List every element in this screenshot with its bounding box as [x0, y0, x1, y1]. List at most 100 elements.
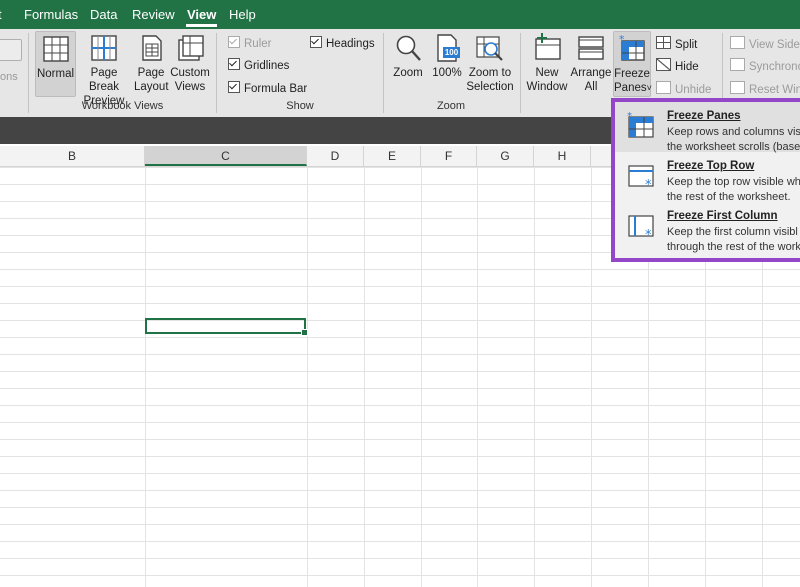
- view-side-by-side-button[interactable]: View Side b: [730, 36, 800, 51]
- freeze-panes-menu: * Freeze Panes Keep rows and columns vis…: [611, 98, 800, 262]
- freeze-panes-label-2: Panes: [614, 82, 647, 94]
- formula-bar-label: Formula Bar: [244, 83, 308, 95]
- column-header-f[interactable]: F: [421, 146, 477, 166]
- gridline: [307, 167, 308, 587]
- unhide-icon: [656, 81, 671, 94]
- normal-view-button[interactable]: Normal: [35, 31, 76, 97]
- page-break-label-1: Page Break: [88, 67, 120, 93]
- headings-label: Headings: [326, 38, 375, 50]
- custom-views-button[interactable]: Custom Views: [170, 31, 210, 95]
- hide-icon: [656, 58, 671, 71]
- workbook-views-group-label: Workbook Views: [81, 100, 164, 112]
- page-break-preview-button[interactable]: Page Break Preview: [77, 31, 131, 107]
- custom-views-label-1: Custom: [170, 67, 210, 79]
- partial-group-label: ons: [0, 71, 18, 83]
- view-side-label: View Side b: [749, 39, 800, 51]
- split-button[interactable]: Split: [656, 36, 697, 51]
- tab-review[interactable]: Review: [132, 7, 175, 22]
- column-header-c[interactable]: C: [145, 146, 307, 166]
- chevron-down-icon: ˅: [646, 83, 652, 93]
- gridline: [421, 167, 422, 587]
- desc-line-2: through the rest of the work: [667, 241, 800, 253]
- tab-help[interactable]: Help: [229, 7, 256, 22]
- freeze-panes-option-title: Freeze Panes: [667, 110, 741, 122]
- freeze-first-column-desc: Keep the first column visibl through the …: [667, 225, 800, 255]
- ruler-label: Ruler: [244, 38, 272, 50]
- unhide-button[interactable]: Unhide: [656, 81, 711, 96]
- synchronous-label: Synchronou: [749, 61, 800, 73]
- page-layout-label-1: Page: [137, 67, 165, 79]
- zoom-to-selection-button[interactable]: Zoom to Selection: [466, 31, 514, 95]
- unhide-label: Unhide: [675, 84, 712, 96]
- normal-view-icon: [42, 36, 69, 62]
- page-layout-label-2: Layout: [134, 81, 169, 93]
- gridlines-checkbox[interactable]: Gridlines: [228, 58, 289, 72]
- column-header-g[interactable]: G: [477, 146, 534, 166]
- reset-window-position-button[interactable]: Reset Windo: [730, 81, 800, 96]
- checkbox-icon: [228, 58, 240, 70]
- zoom-100-icon-text: 100: [444, 48, 459, 57]
- checkbox-icon: [310, 36, 322, 48]
- desc-line-1: Keep the top row visible wh: [667, 176, 800, 188]
- zoom-selection-label-1: Zoom to: [468, 67, 512, 79]
- zoom-selection-icon: [476, 36, 503, 61]
- ruler-checkbox[interactable]: Ruler: [228, 36, 271, 50]
- gridline: [145, 167, 146, 587]
- headings-checkbox[interactable]: Headings: [310, 36, 375, 50]
- gridline: [364, 167, 365, 587]
- gridline: [534, 167, 535, 587]
- synchronous-scrolling-button[interactable]: Synchronou: [730, 58, 800, 73]
- tab-data[interactable]: Data: [90, 7, 117, 22]
- page-break-icon: [91, 35, 117, 61]
- svg-text:*: *: [619, 34, 625, 46]
- new-window-label-2: Window: [526, 81, 568, 93]
- svg-text:*: *: [627, 112, 632, 122]
- arrange-all-button[interactable]: Arrange All: [570, 31, 612, 95]
- desc-line-1: Keep the first column visibl: [667, 226, 798, 238]
- freeze-top-row-option[interactable]: * Freeze Top Row Keep the top row visibl…: [615, 152, 800, 203]
- page-layout-icon: [142, 35, 162, 61]
- zoom-selection-label-2: Selection: [466, 81, 514, 93]
- active-cell[interactable]: [145, 318, 308, 336]
- zoom-100-label: 100%: [432, 67, 462, 79]
- freeze-first-column-icon: *: [628, 215, 654, 240]
- separator: [383, 33, 384, 113]
- separator: [28, 33, 29, 113]
- new-window-icon: [535, 33, 561, 60]
- menu-bar: t Formulas Data Review View Help: [0, 0, 800, 29]
- magnifier-icon: [396, 35, 421, 61]
- tab-view[interactable]: View: [185, 7, 218, 27]
- desc-line-1: Keep rows and columns visi: [667, 126, 800, 138]
- freeze-top-row-title: Freeze Top Row: [667, 160, 755, 172]
- formula-bar-checkbox[interactable]: Formula Bar: [228, 81, 307, 95]
- freeze-panes-button[interactable]: * Freeze Panes˅: [613, 31, 652, 97]
- column-header-h[interactable]: H: [534, 146, 591, 166]
- freeze-top-row-icon: *: [628, 165, 654, 190]
- column-header-e[interactable]: E: [364, 146, 421, 166]
- zoom-100-icon: 100: [432, 33, 462, 63]
- side-by-side-icon: [730, 36, 745, 49]
- tab-insert-partial[interactable]: t: [0, 7, 2, 22]
- separator: [520, 33, 521, 113]
- zoom-group-label: Zoom: [436, 100, 466, 112]
- page-layout-button[interactable]: Page Layout: [134, 31, 169, 95]
- new-window-label-1: New: [535, 67, 559, 79]
- zoom-100-button[interactable]: 100 100%: [430, 31, 464, 95]
- gridline: [591, 167, 592, 587]
- zoom-button[interactable]: Zoom: [390, 31, 426, 95]
- custom-views-label-2: Views: [174, 81, 206, 93]
- partial-dropdown[interactable]: [0, 39, 22, 61]
- hide-button[interactable]: Hide: [656, 58, 699, 73]
- column-header-b[interactable]: B: [0, 146, 145, 166]
- split-label: Split: [675, 39, 698, 51]
- reset-window-icon: [730, 81, 745, 94]
- svg-text:*: *: [645, 228, 652, 240]
- column-header-d[interactable]: D: [307, 146, 364, 166]
- tab-formulas[interactable]: Formulas: [24, 7, 78, 22]
- custom-views-icon: [178, 35, 204, 61]
- reset-window-label: Reset Windo: [749, 84, 800, 96]
- freeze-panes-option[interactable]: * Freeze Panes Keep rows and columns vis…: [615, 102, 800, 153]
- freeze-first-column-option[interactable]: * Freeze First Column Keep the first col…: [615, 202, 800, 255]
- new-window-button[interactable]: New Window: [525, 31, 569, 95]
- arrange-all-label-1: Arrange: [570, 67, 612, 79]
